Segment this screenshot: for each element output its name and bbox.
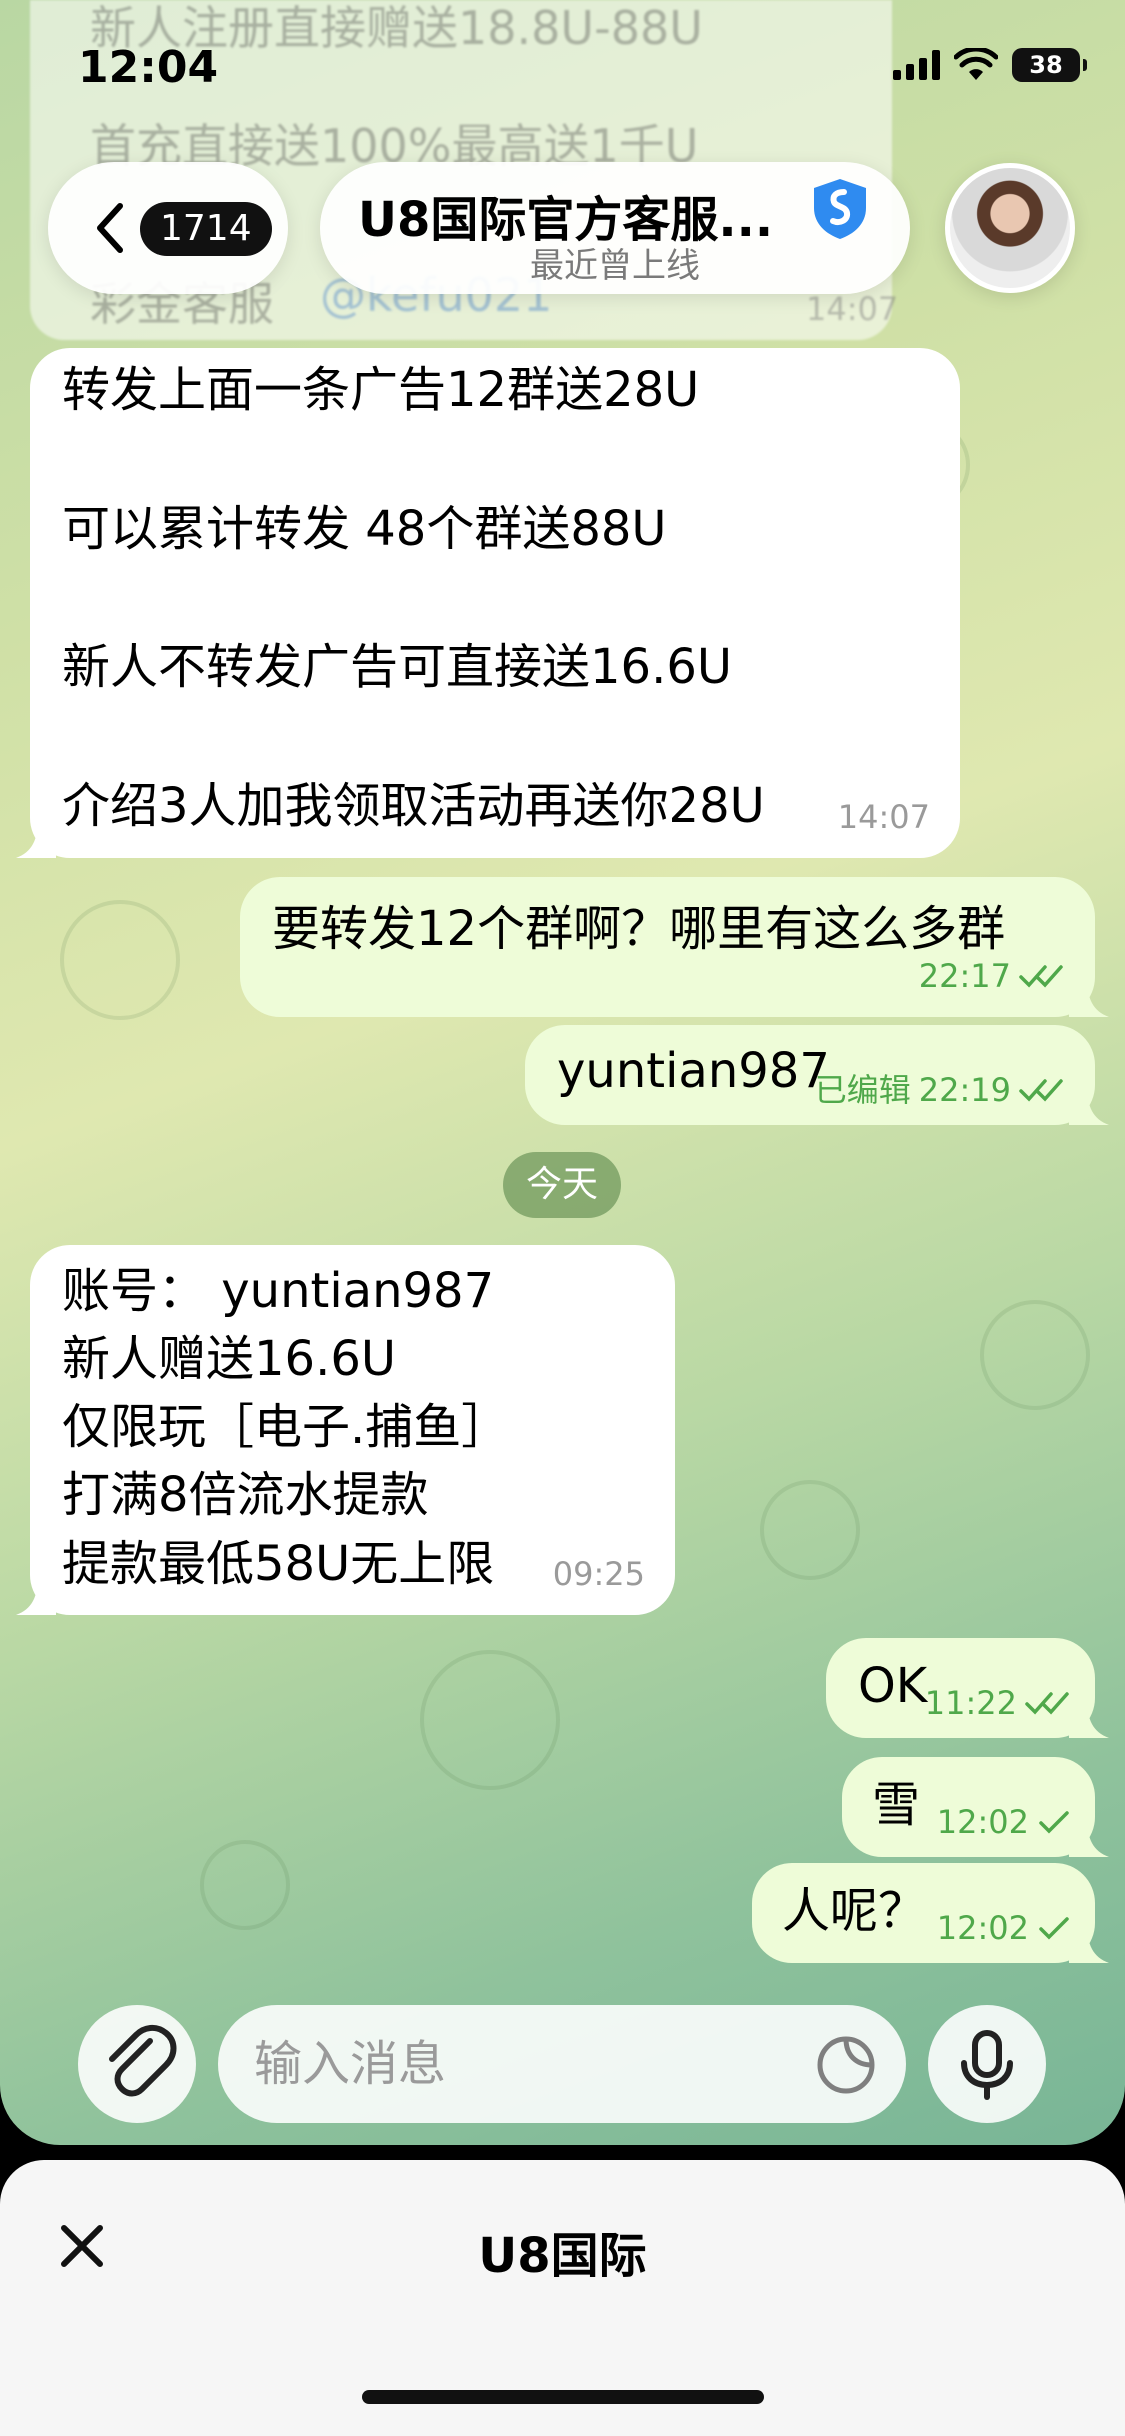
background-doodle <box>200 1840 290 1930</box>
unread-count-badge: 1714 <box>140 202 272 256</box>
sticker-icon[interactable] <box>816 2035 876 2095</box>
background-doodle <box>60 900 180 1020</box>
bubble-tail <box>1069 977 1109 1017</box>
incoming-message[interactable]: 账号： yuntian987 新人赠送16.6U 仅限玩［电子.捕鱼］ 打满8倍… <box>16 1245 675 1615</box>
contact-avatar[interactable] <box>945 163 1075 293</box>
message-line: 介绍3人加我领取活动再送你28U <box>62 777 765 834</box>
verified-shield-icon <box>814 179 866 239</box>
message-meta: 22:17 <box>919 953 1065 999</box>
message-input-container <box>218 2005 906 2123</box>
chat-title-button[interactable]: U8国际官方客服... 最近曾上线 <box>320 162 910 294</box>
outgoing-message[interactable]: 雪 12:02 <box>842 1757 1109 1857</box>
attach-button[interactable] <box>78 2005 196 2123</box>
battery-icon: 38 <box>1012 48 1087 82</box>
bubble-tail <box>16 1575 56 1615</box>
chevron-left-icon <box>97 203 123 253</box>
bubble-tail <box>16 818 56 858</box>
message-time: 12:02 <box>936 1908 1029 1947</box>
microphone-icon <box>961 2030 1013 2100</box>
message-meta: 12:02 <box>937 1905 1071 1951</box>
wifi-icon <box>954 48 998 80</box>
back-button[interactable]: 1714 <box>48 162 288 294</box>
message-line: 新人赠送16.6U <box>62 1331 397 1388</box>
message-time: 22:17 <box>918 956 1011 995</box>
incoming-message[interactable]: 转发上面一条广告12群送28U 可以累计转发 48个群送88U 新人不转发广告可… <box>16 348 960 858</box>
background-doodle <box>760 1480 860 1580</box>
message-meta: 已编辑 22:19 <box>815 1067 1065 1113</box>
bubble-tail <box>1069 1923 1109 1963</box>
message-time: 12:02 <box>936 1802 1029 1841</box>
faded-time: 14:07 <box>806 290 899 328</box>
bubble-tail <box>1069 1698 1109 1738</box>
message-time: 09:25 <box>552 1554 645 1593</box>
message-input[interactable] <box>254 2005 794 2123</box>
read-double-check-icon <box>1019 965 1063 988</box>
chat-subtitle: 最近曾上线 <box>530 246 700 286</box>
outgoing-message[interactable]: OK 11:22 <box>826 1638 1109 1738</box>
message-line-blank <box>62 426 928 495</box>
message-line-blank <box>62 703 928 772</box>
sent-check-icon <box>1039 1811 1069 1834</box>
paperclip-icon <box>109 2025 177 2097</box>
read-double-check-icon <box>1025 1692 1069 1715</box>
message-meta: 09:25 <box>553 1552 645 1597</box>
background-doodle <box>980 1300 1090 1410</box>
message-line: 账号： yuntian987 <box>62 1263 495 1319</box>
message-line: 转发上面一条广告12群送28U <box>62 362 700 418</box>
message-line: 仅限玩［电子.捕鱼］ <box>62 1399 510 1456</box>
cellular-signal-icon <box>893 50 940 80</box>
outgoing-message[interactable]: yuntian987 已编辑 22:19 <box>525 1025 1109 1125</box>
message-line: 可以累计转发 48个群送88U <box>62 500 667 557</box>
read-double-check-icon <box>1019 1079 1063 1102</box>
sheet-title: U8国际 <box>478 2228 647 2284</box>
bubble-tail <box>1069 1817 1109 1857</box>
status-time: 12:04 <box>78 42 219 93</box>
date-separator: 今天 <box>503 1152 621 1218</box>
message-line-blank <box>62 564 928 633</box>
edited-label: 已编辑 <box>814 1070 911 1109</box>
message-meta: 14:07 <box>838 794 930 840</box>
status-icons: 38 <box>893 48 1087 82</box>
sent-check-icon <box>1039 1917 1069 1940</box>
outgoing-message[interactable]: 人呢？ 12:02 <box>752 1863 1109 1963</box>
message-time: 14:07 <box>837 797 930 836</box>
outgoing-message[interactable]: 要转发12个群啊？哪里有这么多群 22:17 <box>240 877 1109 1017</box>
message-meta: 12:02 <box>937 1799 1071 1845</box>
home-indicator[interactable] <box>362 2390 764 2404</box>
voice-record-button[interactable] <box>928 2005 1046 2123</box>
message-time: 22:19 <box>918 1070 1011 1109</box>
message-meta: 11:22 <box>925 1680 1071 1726</box>
chat-screen: 新人注册直接赠送18.8U-88U 首充直接送100%最高送1千U 彩金客服 @… <box>0 0 1125 2145</box>
message-line: 打满8倍流水提款 <box>62 1467 429 1524</box>
message-time: 11:22 <box>924 1683 1017 1722</box>
background-doodle <box>420 1650 560 1790</box>
bubble-tail <box>1069 1085 1109 1125</box>
message-line: 新人不转发广告可直接送16.6U <box>62 639 733 696</box>
